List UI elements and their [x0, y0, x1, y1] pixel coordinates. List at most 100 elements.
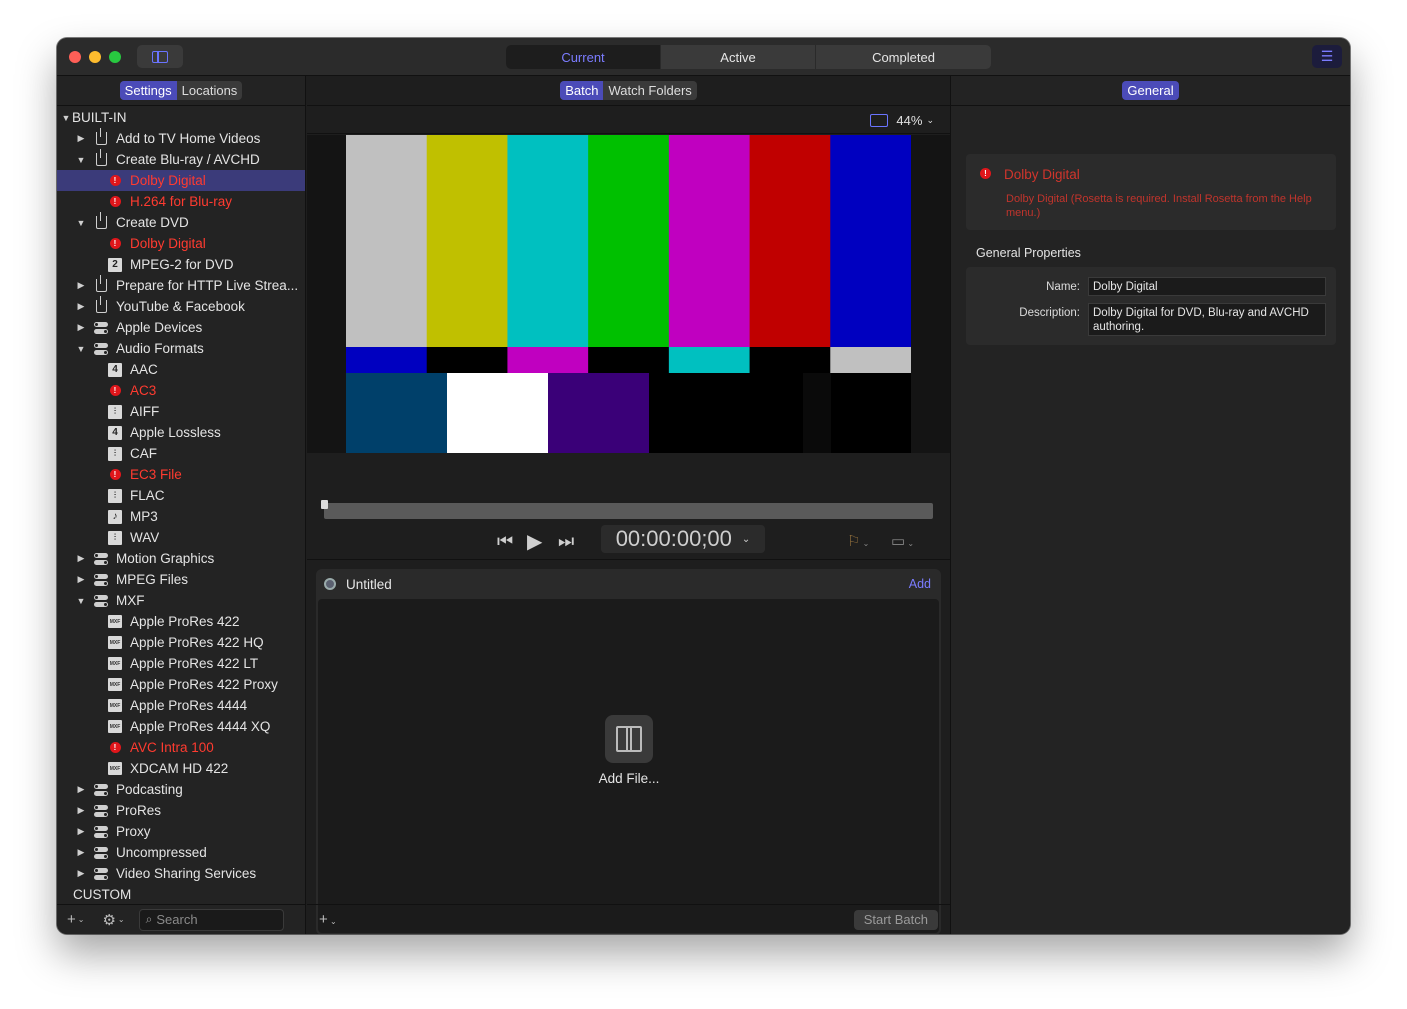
tab-current[interactable]: Current	[506, 45, 661, 69]
tree-row-label: Dolby Digital	[130, 173, 206, 188]
tree-row[interactable]: ▶ Apple Devices	[57, 317, 305, 338]
sidebar-toolbar: + ⌄ ⚙ ⌄ ⌕ Search	[57, 904, 305, 934]
tree-row[interactable]: CUSTOM	[57, 884, 305, 903]
start-batch-button[interactable]: Start Batch	[853, 910, 938, 930]
close-window-button[interactable]	[69, 51, 81, 63]
toggle-icon	[94, 825, 108, 839]
tree-row[interactable]: MXF Apple ProRes 4444	[57, 695, 305, 716]
tree-row[interactable]: MXF XDCAM HD 422	[57, 758, 305, 779]
tree-row[interactable]: ▼ Create DVD	[57, 212, 305, 233]
tab-active[interactable]: Active	[661, 45, 816, 69]
tab-general[interactable]: General	[1122, 81, 1179, 100]
description-field[interactable]: Dolby Digital for DVD, Blu-ray and AVCHD…	[1088, 303, 1326, 336]
timeline-scrubber[interactable]	[321, 500, 933, 519]
tree-row[interactable]: ⫶ CAF	[57, 443, 305, 464]
tree-row[interactable]: MXF Apple ProRes 422 LT	[57, 653, 305, 674]
tree-row[interactable]: MXF Apple ProRes 422	[57, 611, 305, 632]
tab-batch[interactable]: Batch	[560, 81, 604, 100]
zoom-control[interactable]: 44% ⌄	[870, 113, 934, 128]
tree-row[interactable]: ▶ Uncompressed	[57, 842, 305, 863]
disclosure-closed-icon[interactable]: ▶	[76, 826, 86, 837]
disclosure-open-icon[interactable]: ▼	[61, 113, 71, 123]
disclosure-open-icon[interactable]: ▼	[76, 344, 86, 354]
disclosure-closed-icon[interactable]: ▶	[76, 553, 86, 564]
tree-row[interactable]: ! Dolby Digital	[57, 170, 305, 191]
tree-row[interactable]: ▶ Video Sharing Services	[57, 863, 305, 884]
skip-forward-icon[interactable]: ⏭	[558, 531, 574, 552]
tree-row[interactable]: ! AC3	[57, 380, 305, 401]
viewer-layout-icon[interactable]	[870, 114, 889, 127]
tree-row[interactable]: ▶ YouTube & Facebook	[57, 296, 305, 317]
search-field[interactable]: ⌕ Search	[138, 908, 284, 931]
error-icon: !	[108, 384, 122, 398]
color-bar-mid	[830, 347, 911, 373]
tree-row[interactable]: 2 MPEG-2 for DVD	[57, 254, 305, 275]
disclosure-closed-icon[interactable]: ▶	[76, 805, 86, 816]
minimize-window-button[interactable]	[89, 51, 101, 63]
tree-row[interactable]: ▶ Proxy	[57, 821, 305, 842]
tree-row[interactable]: ▼ MXF	[57, 590, 305, 611]
batch-title[interactable]: Untitled	[346, 577, 392, 592]
tree-row[interactable]: ! Dolby Digital	[57, 233, 305, 254]
disclosure-open-icon[interactable]: ▼	[76, 218, 86, 228]
tree-row[interactable]: ▶ ProRes	[57, 800, 305, 821]
disclosure-open-icon[interactable]: ▼	[76, 596, 86, 606]
tree-row[interactable]: ! AVC Intra 100	[57, 737, 305, 758]
tree-row[interactable]: ▶ Add to TV Home Videos	[57, 128, 305, 149]
tab-completed[interactable]: Completed	[816, 45, 991, 69]
tree-row[interactable]: ! H.264 for Blu-ray	[57, 191, 305, 212]
tree-row[interactable]: ▶ Motion Graphics	[57, 548, 305, 569]
tree-row-label: Prepare for HTTP Live Strea...	[116, 278, 299, 293]
disclosure-closed-icon[interactable]: ▶	[76, 868, 86, 879]
disclosure-closed-icon[interactable]: ▶	[76, 784, 86, 795]
tree-row[interactable]: ! EC3 File	[57, 464, 305, 485]
name-field[interactable]: Dolby Digital	[1088, 277, 1326, 296]
inspector-toggle-button[interactable]: ☰	[1312, 45, 1342, 68]
disclosure-open-icon[interactable]: ▼	[76, 155, 86, 165]
tree-row[interactable]: ▶ MPEG Files	[57, 569, 305, 590]
tree-row[interactable]: MXF Apple ProRes 422 HQ	[57, 632, 305, 653]
tree-row[interactable]: ⫶ WAV	[57, 527, 305, 548]
add-setting-button[interactable]: + ⌄	[67, 911, 84, 928]
tree-row[interactable]: MXF Apple ProRes 4444 XQ	[57, 716, 305, 737]
play-icon[interactable]: ▶	[527, 529, 542, 554]
mxf-icon: MXF	[108, 636, 122, 650]
tab-watch-folders[interactable]: Watch Folders	[603, 81, 696, 100]
disclosure-closed-icon[interactable]: ▶	[76, 280, 86, 291]
skip-back-icon[interactable]: ⏮	[497, 531, 513, 552]
tree-row[interactable]: ▶ Prepare for HTTP Live Strea...	[57, 275, 305, 296]
error-icon: !	[980, 168, 991, 179]
tree-row[interactable]: ⫶ AIFF	[57, 401, 305, 422]
tab-locations[interactable]: Locations	[177, 81, 243, 100]
disclosure-closed-icon[interactable]: ▶	[76, 847, 86, 858]
sidebar-toggle-button[interactable]	[137, 45, 183, 68]
settings-action-button[interactable]: ⚙ ⌄	[102, 911, 124, 929]
tree-row[interactable]: ▼ Create Blu-ray / AVCHD	[57, 149, 305, 170]
tree-row[interactable]: ▼ Audio Formats	[57, 338, 305, 359]
add-job-button[interactable]: + ⌄	[319, 911, 337, 928]
batch-drop-area[interactable]: Add File...	[318, 599, 939, 933]
tree-row[interactable]: ⫶ FLAC	[57, 485, 305, 506]
tree-row[interactable]: ▶ Podcasting	[57, 779, 305, 800]
error-message: Dolby Digital (Rosetta is required. Inst…	[1006, 193, 1312, 219]
tree-row[interactable]: 4 AAC	[57, 359, 305, 380]
toggle-icon	[94, 867, 108, 881]
caption-icon[interactable]: ▭ ⌄	[891, 532, 914, 550]
add-file-button[interactable]: Add File...	[599, 715, 659, 786]
tree-row[interactable]: ▼ BUILT-IN	[57, 107, 305, 128]
bookmark-icon[interactable]: ⚐ ⌄	[847, 532, 869, 550]
share-icon	[94, 275, 108, 293]
playhead-handle[interactable]	[321, 500, 328, 509]
timecode-display[interactable]: 00:00:00;00 ⌄	[601, 525, 765, 553]
disclosure-closed-icon[interactable]: ▶	[76, 133, 86, 144]
add-link[interactable]: Add	[909, 577, 931, 591]
tree-row[interactable]: MXF Apple ProRes 422 Proxy	[57, 674, 305, 695]
tree-row[interactable]: ♪ MP3	[57, 506, 305, 527]
disclosure-closed-icon[interactable]: ▶	[76, 322, 86, 333]
tree-row[interactable]: 4 Apple Lossless	[57, 422, 305, 443]
zoom-window-button[interactable]	[109, 51, 121, 63]
disclosure-closed-icon[interactable]: ▶	[76, 301, 86, 312]
disclosure-closed-icon[interactable]: ▶	[76, 574, 86, 585]
tab-settings[interactable]: Settings	[119, 81, 177, 100]
tree-row-label: Proxy	[116, 824, 151, 839]
